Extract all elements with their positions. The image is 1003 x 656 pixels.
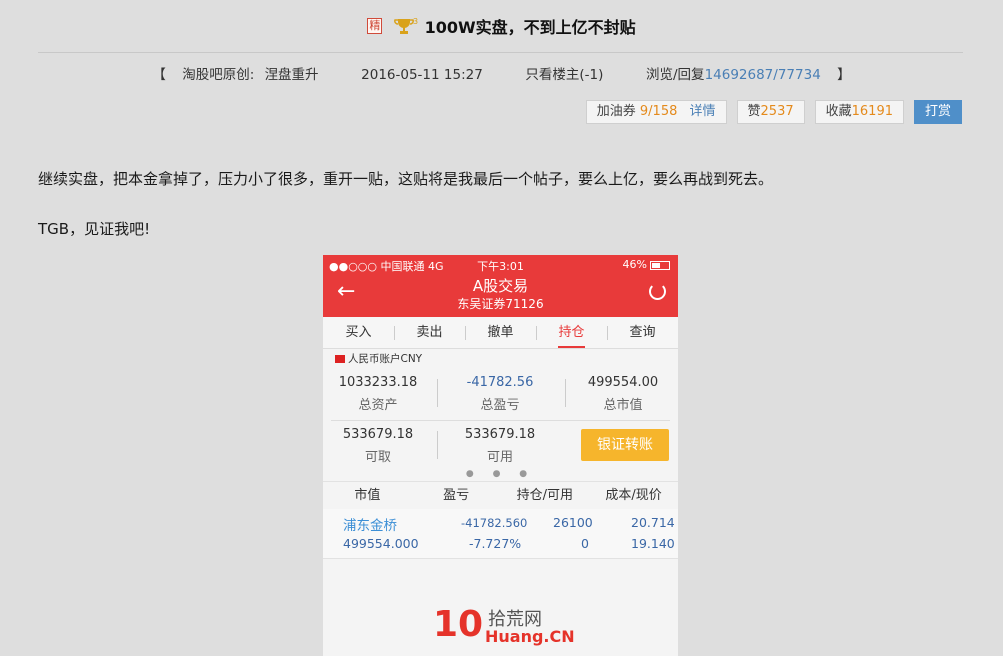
reply-count: 77734 (777, 67, 821, 83)
holding-position: 26100 (553, 515, 593, 530)
meta-bracket-open: 【 (152, 67, 166, 83)
account-currency: 人民币账户CNY (323, 349, 678, 369)
broker-account: 东吴证券71126 (457, 297, 544, 311)
watermark-en: Huang.CN (485, 627, 575, 646)
refresh-icon (649, 283, 666, 300)
holding-available: 0 (581, 536, 589, 551)
app-title: A股交易 (472, 277, 529, 295)
favorite-button[interactable]: 收藏16191 (814, 100, 904, 124)
reward-button[interactable]: 打赏 (914, 100, 962, 124)
featured-badge: 精 (367, 18, 383, 34)
post-date: 2016-05-11 15:27 (361, 67, 483, 83)
total-assets-cell: 1033233.18 总资产 (323, 375, 433, 413)
tab-cancel: 撤单 (465, 317, 536, 348)
holding-price: 19.140 (631, 536, 675, 551)
total-pl-value: -41782.56 (466, 375, 534, 390)
site-watermark: 10 拾荒网 Huang.CN (433, 604, 575, 649)
post-title: 100W实盘，不到上亿不封贴 (424, 18, 636, 37)
favorite-label: 收藏 (825, 104, 852, 119)
post-title-row: 精 3 100W实盘，不到上亿不封贴 (0, 14, 1003, 40)
post-paragraph-2: TGB，见证我吧! (38, 220, 151, 238)
stock-name: 浦东金桥 (343, 518, 397, 534)
like-button[interactable]: 赞2537 (736, 100, 805, 124)
title-divider (38, 52, 963, 53)
fuel-coupon-button[interactable]: 加油券 9/158 详情 (585, 100, 727, 124)
fuel-coupon-value: 9/158 (639, 104, 678, 119)
market-value-cell: 499554.00 总市值 (568, 375, 678, 413)
total-assets-label: 总资产 (358, 398, 398, 413)
col-pl: 盈亏 (443, 488, 470, 503)
total-pl-cell: -41782.56 总盈亏 (445, 375, 555, 413)
status-bar: ●●○○○ 中国联通 4G 下午3:01 46% (323, 255, 678, 275)
post-paragraph-1: 继续实盘，把本金拿掉了，压力小了很多，重开一贴，这贴将是我最后一个帖子，要么上亿… (38, 170, 774, 188)
post-actions: 加油券 9/158 详情 赞2537 收藏16191 打赏 (585, 100, 962, 124)
favorite-count: 16191 (851, 104, 893, 119)
fuel-coupon-label: 加油券 (596, 104, 636, 119)
holdings-header: 市值 盈亏 持仓/可用 成本/现价 (323, 481, 678, 509)
table-row: 浦东金桥 499554.000 -41782.560 -7.727% 26100… (323, 509, 678, 559)
col-cost-price: 成本/现价 (605, 488, 662, 503)
account-label: 人民币账户CNY (348, 353, 423, 365)
holding-pl: -41782.560 (461, 516, 528, 530)
tab-buy: 买入 (345, 325, 372, 340)
market-value-value: 499554.00 (587, 375, 659, 390)
tab-sell: 卖出 (394, 317, 465, 348)
withdrawable-value: 533679.18 (342, 427, 414, 442)
trading-app-screenshot: ●●○○○ 中国联通 4G 下午3:01 46% ← A股交易 东吴证券7112… (323, 255, 678, 656)
china-flag-icon (335, 355, 345, 363)
app-tabs: 买入 卖出 撤单 持仓 查询 (323, 317, 678, 349)
trophy-icon: 3 (393, 16, 419, 36)
holding-pl-pct: -7.727% (469, 536, 522, 551)
like-label: 赞 (747, 104, 761, 119)
col-position: 持仓/可用 (516, 488, 574, 503)
source-label: 淘股吧原创: (182, 67, 255, 83)
battery-icon (650, 260, 670, 270)
total-pl-label: 总盈亏 (480, 398, 520, 413)
post-meta: 【 淘股吧原创: 涅盘重升 2016-05-11 15:27 只看楼主(-1) … (0, 63, 1003, 83)
market-value-label: 总市值 (603, 398, 643, 413)
author-link[interactable]: 涅盘重升 (265, 67, 319, 83)
view-count: 14692687 (704, 67, 774, 83)
tab-query: 查询 (607, 317, 678, 348)
available-label: 可用 (486, 450, 513, 465)
fuel-detail-link[interactable]: 详情 (690, 104, 716, 119)
like-count: 2537 (760, 104, 794, 119)
holding-market-value: 499554.000 (343, 536, 419, 551)
trophy-level: 3 (413, 17, 418, 26)
withdrawable-cell: 533679.18 可取 (323, 427, 433, 465)
stats-label: 浏览/回复 (646, 67, 705, 83)
page-indicator: ● ● ● (465, 469, 536, 479)
holding-cost: 20.714 (631, 515, 675, 530)
battery-level: 46% (622, 258, 647, 271)
total-assets-value: 1033233.18 (338, 375, 418, 390)
withdrawable-label: 可取 (364, 450, 391, 465)
available-cell: 533679.18 可用 (445, 427, 555, 465)
app-header: ●●○○○ 中国联通 4G 下午3:01 46% ← A股交易 东吴证券7112… (323, 255, 678, 317)
col-market-value: 市值 (354, 488, 381, 503)
bank-transfer-button: 银证转账 (581, 429, 669, 461)
account-summary: 1033233.18 总资产 -41782.56 总盈亏 499554.00 总… (323, 369, 678, 469)
available-value: 533679.18 (464, 427, 536, 442)
tab-positions: 持仓 (536, 317, 607, 348)
watermark-logo: 10 (433, 604, 484, 645)
only-author-link[interactable]: 只看楼主(-1) (525, 67, 603, 83)
meta-bracket-close: 】 (837, 67, 851, 83)
